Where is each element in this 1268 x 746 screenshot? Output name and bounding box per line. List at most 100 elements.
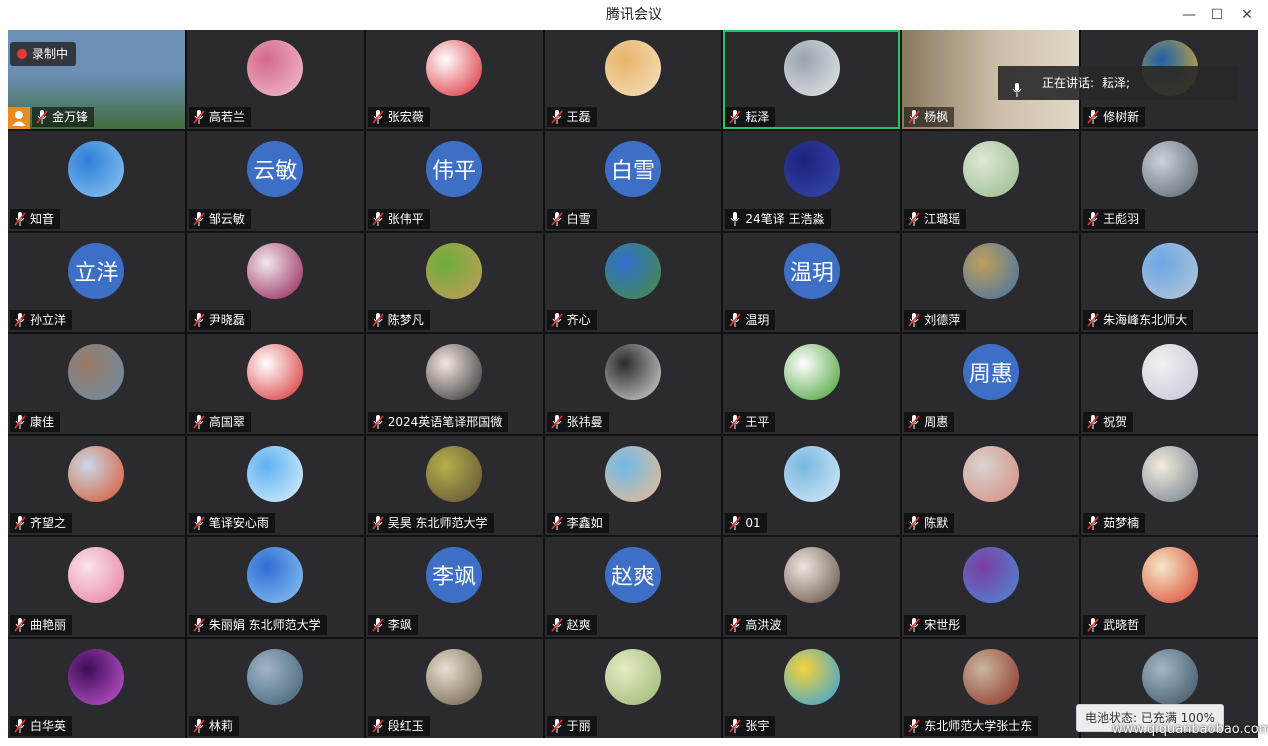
participant-avatar <box>426 242 483 299</box>
mic-muted-icon <box>908 110 920 125</box>
participant-avatar <box>68 648 125 705</box>
mic-muted-icon <box>550 516 563 531</box>
participant-tile[interactable]: 2024英语笔译邢国微 <box>365 334 543 434</box>
participant-tile[interactable]: 江璐瑶 <box>902 131 1080 231</box>
participant-tile[interactable]: 朱丽娟 东北师范大学 <box>186 537 364 637</box>
participant-tile[interactable]: 张祎曼 <box>544 334 722 434</box>
window-title: 腾讯会议 <box>606 7 662 23</box>
participant-tile[interactable]: 耘泽 <box>723 30 901 130</box>
participant-tile[interactable]: 温玥 温玥 <box>723 232 901 333</box>
participant-name: 朱丽娟 东北师范大学 <box>208 617 321 632</box>
mic-muted-icon <box>1087 313 1099 328</box>
participant-tile[interactable]: 01 <box>723 435 901 536</box>
participant-name-tag: 江璐瑶 <box>904 208 967 229</box>
now-speaking-bar: 正在讲话: 耘泽; <box>998 66 1238 100</box>
participant-tile[interactable]: 于丽 <box>544 638 722 738</box>
participant-name: 祝贺 <box>1103 414 1128 429</box>
participant-avatar <box>783 547 840 604</box>
participant-name-tag: 知音 <box>10 208 61 229</box>
participant-name: 齐心 <box>566 313 591 328</box>
minimize-button[interactable]: — <box>1174 0 1204 30</box>
mic-muted-icon <box>1087 414 1099 429</box>
participant-tile[interactable]: 王磊 <box>544 30 722 130</box>
participant-name-tag: 康佳 <box>10 411 61 432</box>
mic-muted-icon <box>1087 211 1099 226</box>
participant-name-tag: 朱丽娟 东北师范大学 <box>188 614 327 635</box>
participant-tile[interactable]: 王平 <box>723 334 901 434</box>
participant-name: 李飒 <box>387 617 412 632</box>
participant-tile[interactable]: 张宏薇 <box>365 30 543 130</box>
participant-name-tag: 白雪 <box>546 208 597 229</box>
participant-tile[interactable]: 笔译安心雨 <box>186 435 364 536</box>
participant-avatar <box>426 344 483 401</box>
participant-tile[interactable]: 林莉 <box>186 638 364 738</box>
participant-name-tag: 笔译安心雨 <box>188 513 275 534</box>
participant-avatar: 立洋 <box>68 242 125 299</box>
participant-name-tag: 刘德萍 <box>904 310 967 331</box>
recording-badge[interactable]: 录制中 <box>10 42 77 66</box>
participant-name-tag: 于丽 <box>546 716 597 736</box>
participant-name-tag: 段红玉 <box>367 716 430 736</box>
participant-tile[interactable]: 陈默 <box>902 435 1080 536</box>
participant-tile[interactable]: 高洪波 <box>723 537 901 637</box>
speaking-label: 正在讲话: <box>1042 76 1095 90</box>
participant-tile[interactable]: 周惠 周惠 <box>902 334 1080 434</box>
participant-avatar <box>962 242 1019 299</box>
participant-tile[interactable]: 李飒 李飒 <box>365 537 543 637</box>
participant-tile[interactable]: 高国翠 <box>186 334 364 434</box>
participant-tile[interactable]: 齐望之 <box>8 435 185 536</box>
mic-muted-icon <box>1087 110 1099 125</box>
participant-tile[interactable]: 李鑫如 <box>544 435 722 536</box>
participant-tile[interactable]: 陈梦凡 <box>365 232 543 333</box>
participant-tile[interactable]: 曲艳丽 <box>8 537 185 637</box>
participant-name-tag: 王平 <box>725 411 776 432</box>
participant-tile[interactable]: 祝贺 <box>1081 334 1258 434</box>
participant-avatar <box>604 242 661 299</box>
participant-tile[interactable]: 吴昊 东北师范大学 <box>365 435 543 536</box>
participant-avatar <box>962 141 1019 198</box>
mic-muted-icon <box>729 110 742 125</box>
participant-avatar <box>247 344 304 401</box>
participant-tile[interactable]: 段红玉 <box>365 638 543 738</box>
participant-name: 周惠 <box>924 414 949 429</box>
participant-tile[interactable]: 知音 <box>8 131 185 231</box>
participant-avatar <box>604 344 661 401</box>
participant-tile[interactable]: 尹晓磊 <box>186 232 364 333</box>
participant-name-tag: 白华英 <box>10 716 73 736</box>
participant-tile[interactable]: 赵爽 赵爽 <box>544 537 722 637</box>
participant-avatar <box>604 445 661 502</box>
speaking-name: 耘泽; <box>1102 76 1131 90</box>
participant-tile[interactable]: 白华英 <box>8 638 185 738</box>
participant-tile[interactable]: 伟平 张伟平 <box>365 131 543 231</box>
participant-name: 王彪羽 <box>1103 211 1140 226</box>
participant-name-tag: 武晓哲 <box>1083 614 1146 635</box>
participant-name: 李鑫如 <box>566 516 603 531</box>
participant-tile[interactable]: 张宇 <box>723 638 901 738</box>
participant-avatar <box>247 242 304 299</box>
participant-tile[interactable]: 立洋 孙立洋 <box>8 232 185 333</box>
participant-avatar: 云敏 <box>247 141 304 198</box>
maximize-button[interactable]: ☐ <box>1202 0 1232 30</box>
participant-tile[interactable]: 24笔译 王浩淼 <box>723 131 901 231</box>
participant-tile[interactable]: 齐心 <box>544 232 722 333</box>
participant-name: 康佳 <box>30 414 55 429</box>
participant-tile[interactable]: 宋世彤 <box>902 537 1080 637</box>
participant-tile[interactable]: 白雪 白雪 <box>544 131 722 231</box>
participant-name: 张祎曼 <box>566 414 603 429</box>
participant-tile[interactable]: 王彪羽 <box>1081 131 1258 231</box>
participant-tile[interactable]: 武晓哲 <box>1081 537 1258 637</box>
participant-tile[interactable]: 高若兰 <box>186 30 364 130</box>
close-button[interactable]: ✕ <box>1232 0 1262 30</box>
participant-tile[interactable]: 东北师范大学张士东 <box>902 638 1080 738</box>
participant-name: 孙立洋 <box>30 313 67 328</box>
participant-tile[interactable]: 康佳 <box>8 334 185 434</box>
participant-name-tag: 赵爽 <box>546 614 597 635</box>
participant-tile[interactable]: 云敏 邹云敏 <box>186 131 364 231</box>
participant-tile[interactable]: 刘德萍 <box>902 232 1080 333</box>
participant-tile[interactable]: 朱海峰东北师大 <box>1081 232 1258 333</box>
participant-avatar <box>783 344 840 401</box>
participant-tile[interactable]: 茹梦楠 <box>1081 435 1258 536</box>
participant-name: 高洪波 <box>745 617 782 632</box>
host-badge-icon <box>8 107 30 130</box>
participant-name: 杨枫 <box>924 110 949 125</box>
